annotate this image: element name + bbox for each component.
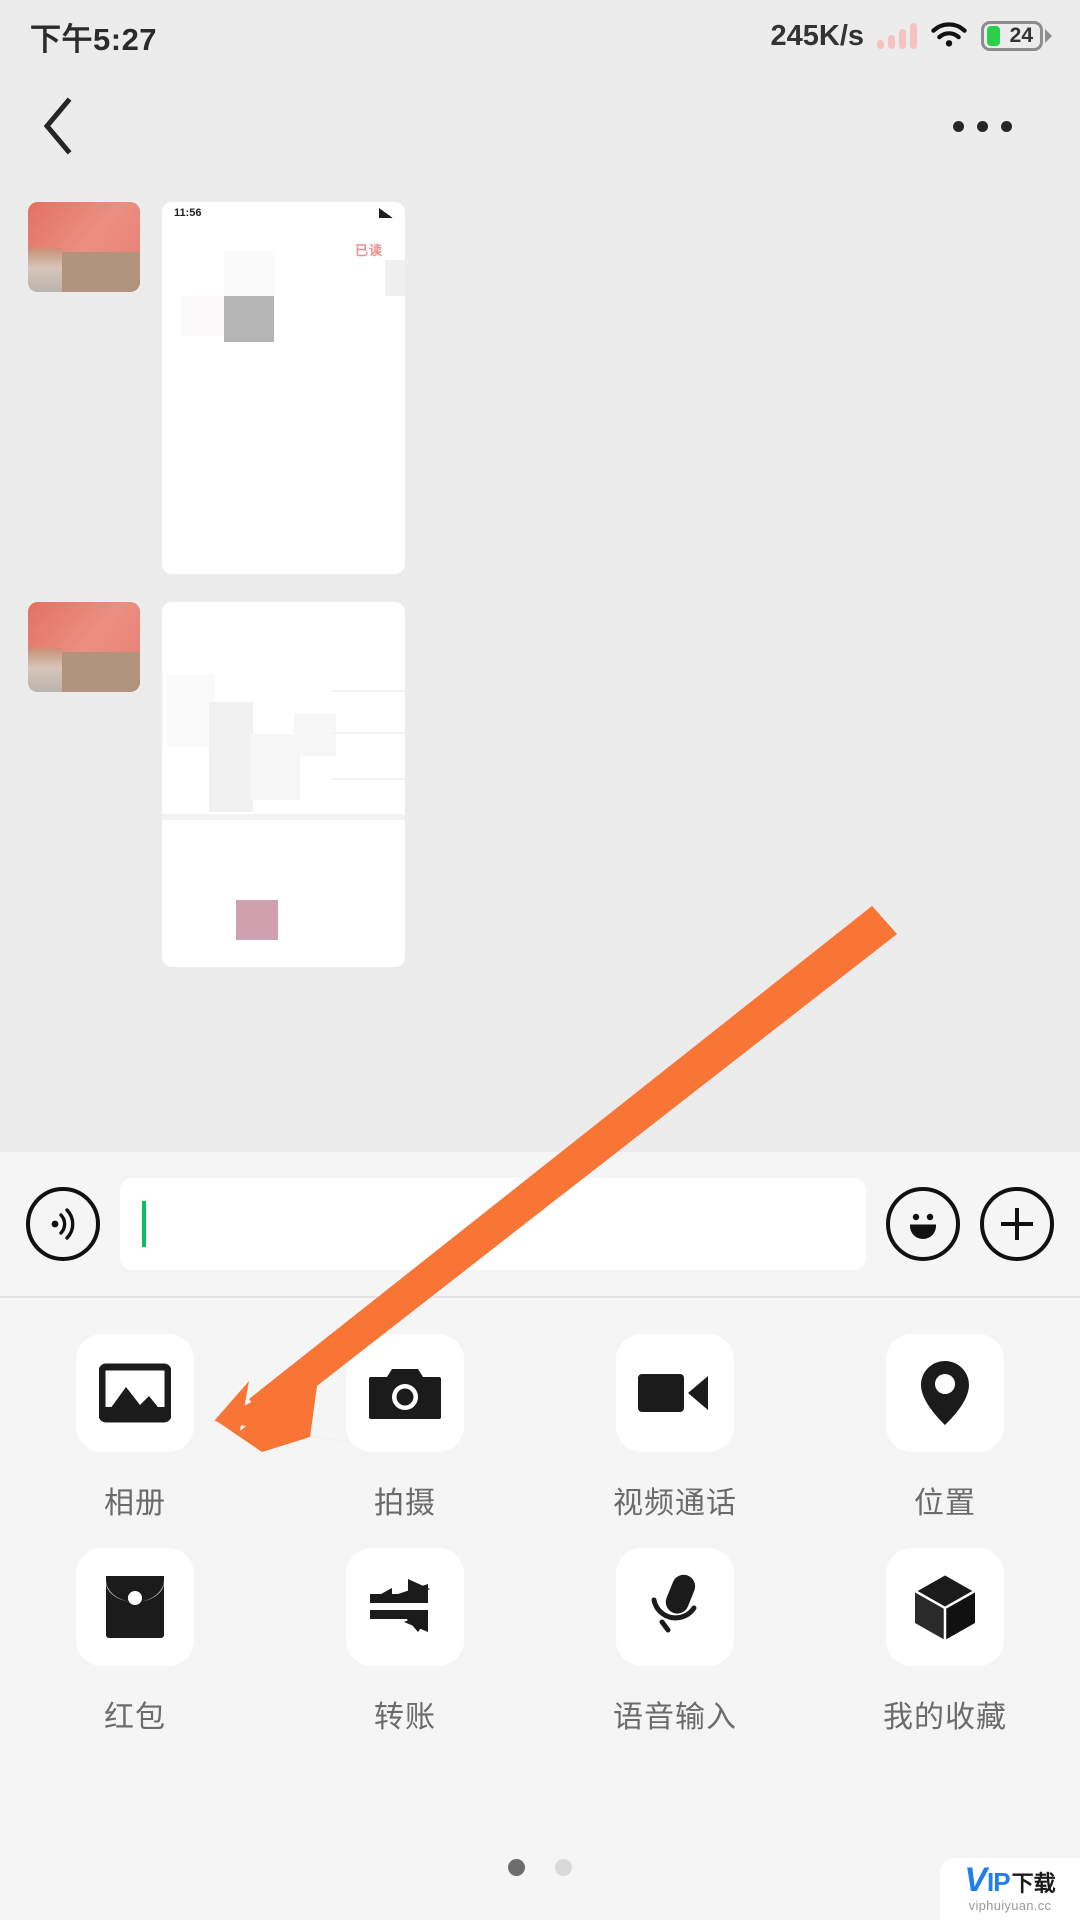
screenshot-content: 11:56 已读 [162, 202, 405, 574]
camera-icon [369, 1369, 441, 1419]
video-call-icon [638, 1374, 708, 1412]
page-dot[interactable] [555, 1859, 572, 1876]
photo-album-icon [99, 1363, 171, 1423]
message-bubble-image[interactable]: 11:56 已读 [162, 202, 405, 574]
function-item-transfer[interactable]: 转账 [270, 1548, 540, 1736]
chevron-left-icon [43, 97, 72, 155]
page-indicator [0, 1859, 1080, 1876]
transfer-arrows-icon [370, 1579, 430, 1632]
function-item-red-packet[interactable]: 红包 [0, 1548, 270, 1736]
content-block [182, 296, 226, 336]
inner-status-bar: 11:56 [162, 202, 405, 224]
network-speed: 245K/s [770, 19, 864, 52]
function-tile[interactable] [886, 1334, 1004, 1452]
function-item-video-call[interactable]: 视频通话 [540, 1334, 810, 1522]
function-label: 拍摄 [374, 1487, 436, 1520]
function-label: 红包 [104, 1701, 166, 1734]
plus-circle-icon [1001, 1208, 1033, 1240]
function-label: 我的收藏 [883, 1701, 1007, 1734]
function-tile[interactable] [886, 1548, 1004, 1666]
back-button[interactable] [40, 96, 100, 156]
function-panel: 相册 拍摄 视频通话 位置 红包 转账 语音输入 我的收藏 [0, 1298, 1080, 1920]
inner-red-text: 已读 [354, 243, 383, 258]
content-block [209, 702, 253, 812]
function-label: 位置 [914, 1487, 976, 1520]
wifi-icon [931, 22, 967, 47]
navigation-bar [0, 72, 1080, 180]
signal-bars-icon [877, 23, 917, 49]
chat-message-list[interactable]: 11:56 已读 [0, 180, 1080, 1152]
content-block [385, 260, 405, 296]
watermark-brand-ip: IP [987, 1866, 1011, 1897]
function-grid: 相册 拍摄 视频通话 位置 红包 转账 语音输入 我的收藏 [0, 1334, 1080, 1736]
watermark-url: viphuiyuan.cc [968, 1898, 1052, 1914]
watermark: V IP 下载 viphuiyuan.cc [940, 1858, 1080, 1920]
message-input-bar [0, 1152, 1080, 1298]
function-tile[interactable] [616, 1548, 734, 1666]
microphone-icon [651, 1574, 697, 1633]
battery-icon: 24 [981, 21, 1052, 51]
content-block [294, 714, 336, 756]
status-bar: 下午5:27 245K/s 24 [0, 0, 1080, 72]
emoji-button[interactable] [886, 1187, 960, 1261]
content-block [167, 674, 215, 746]
voice-input-button[interactable] [26, 1187, 100, 1261]
more-horizontal-icon [953, 120, 964, 132]
function-tile[interactable] [76, 1548, 194, 1666]
more-horizontal-icon [1001, 120, 1012, 132]
avatar[interactable] [28, 602, 140, 692]
content-block [224, 250, 274, 296]
page-dot-active[interactable] [508, 1859, 525, 1876]
text-caret [142, 1201, 146, 1247]
function-item-favorites[interactable]: 我的收藏 [810, 1548, 1080, 1736]
content-block [250, 734, 300, 800]
message-row: 11:56 已读 [0, 202, 1080, 574]
cube-favorites-icon [912, 1572, 978, 1640]
function-item-location[interactable]: 位置 [810, 1334, 1080, 1522]
avatar[interactable] [28, 202, 140, 292]
function-label: 视频通话 [613, 1487, 737, 1520]
function-tile[interactable] [346, 1548, 464, 1666]
content-block [224, 296, 274, 342]
function-tile[interactable] [616, 1334, 734, 1452]
battery-level: 24 [1009, 24, 1033, 47]
message-row [0, 602, 1080, 967]
more-functions-button[interactable] [980, 1187, 1054, 1261]
location-pin-icon [921, 1361, 969, 1425]
watermark-brand-v: V [964, 1860, 988, 1899]
status-time: 下午5:27 [30, 21, 158, 57]
function-item-album[interactable]: 相册 [0, 1334, 270, 1522]
message-text-input[interactable] [120, 1178, 866, 1270]
phone-screen: 下午5:27 245K/s 24 11:56 已读 相册 拍摄 视频通话 位置 … [0, 0, 1080, 1920]
status-indicators: 245K/s 24 [770, 20, 1052, 53]
smiley-face-icon [910, 1213, 936, 1239]
function-label: 转账 [374, 1701, 436, 1734]
voice-wave-icon [51, 1208, 75, 1240]
content-block [236, 900, 278, 940]
function-tile[interactable] [346, 1334, 464, 1452]
watermark-brand-cn: 下载 [1011, 1870, 1056, 1896]
inner-signal-icon [379, 208, 393, 218]
function-item-camera[interactable]: 拍摄 [270, 1334, 540, 1522]
message-bubble-image[interactable] [162, 602, 405, 967]
more-options-button[interactable] [939, 107, 1026, 146]
function-label: 相册 [104, 1487, 166, 1520]
function-label: 语音输入 [613, 1701, 737, 1734]
function-tile[interactable] [76, 1334, 194, 1452]
inner-time: 11:56 [174, 207, 202, 219]
screenshot-content [162, 602, 405, 967]
more-horizontal-icon [977, 120, 988, 132]
red-packet-icon [106, 1576, 164, 1638]
function-item-voice-input[interactable]: 语音输入 [540, 1548, 810, 1736]
